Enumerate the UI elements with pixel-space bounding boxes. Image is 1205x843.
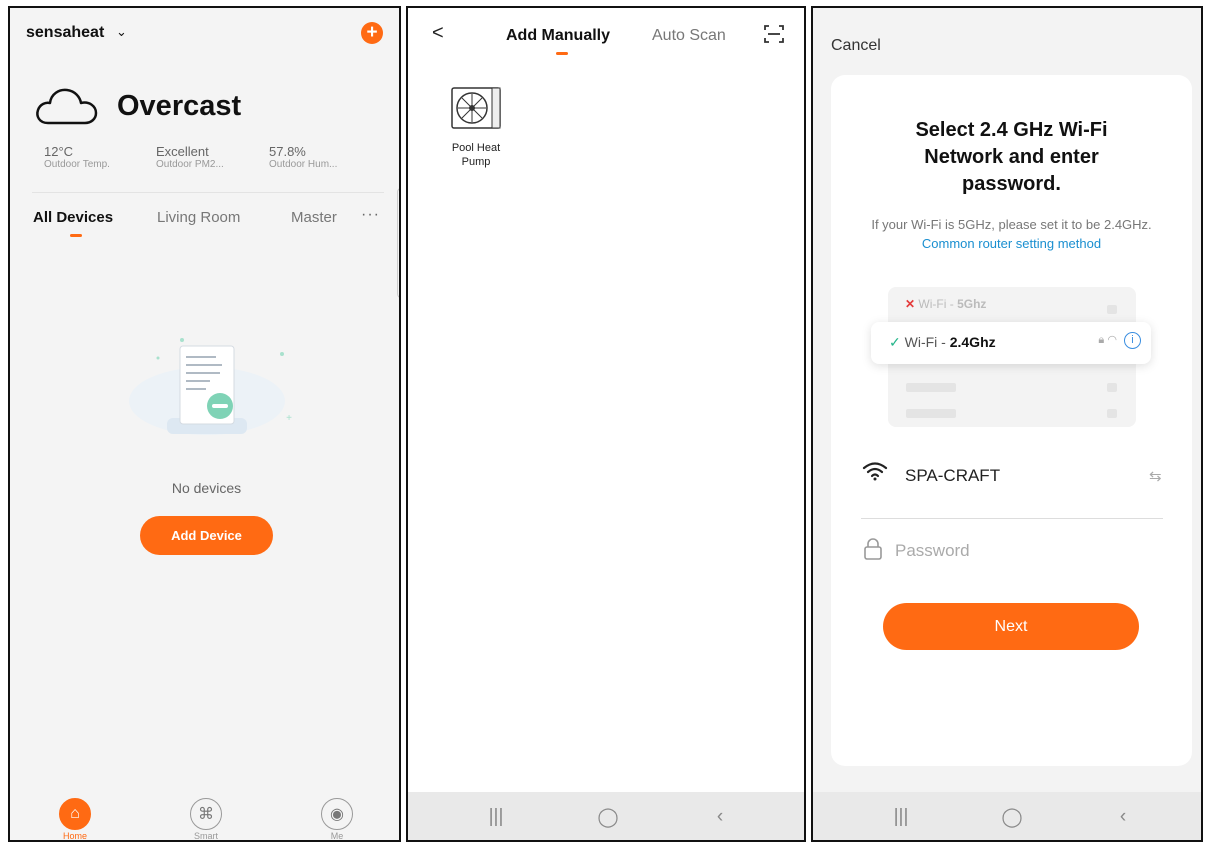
wifi-hint: If your Wi-Fi is 5GHz, please set it to … [851, 215, 1172, 253]
wifi-prefix: Wi-Fi - [918, 297, 958, 311]
heat-pump-icon [442, 84, 510, 137]
page-title: Select 2.4 GHz Wi-Fi Network and enter p… [831, 117, 1192, 198]
info-icon: i [1124, 332, 1141, 349]
stat-outdoor-temp: 12°C Outdoor Temp. [44, 144, 110, 170]
stat-value: Excellent [156, 144, 209, 159]
stat-value: 12°C [44, 144, 74, 159]
nav-me[interactable]: ◉ Me [297, 795, 377, 841]
chevron-down-icon[interactable]: ⌄ [116, 24, 127, 40]
bottom-tab-bar: ⌂ Home ⌘ Smart ◉ Me [10, 795, 399, 841]
empty-state-illustration: + [122, 326, 292, 451]
tab-add-manually[interactable]: Add Manually [506, 27, 610, 45]
lock-small-icon: 🔒︎ [1098, 334, 1105, 346]
nav-home[interactable]: ⌂ Home [35, 795, 115, 841]
system-nav-bar: ||| ◯ ‹ [408, 792, 804, 840]
placeholder-bar [906, 383, 956, 392]
title-line: password. [962, 173, 1061, 195]
home-button[interactable]: ◯ [992, 806, 1032, 829]
lock-icon [863, 538, 883, 565]
empty-state-text: No devices [171, 480, 242, 496]
wifi-card: Select 2.4 GHz Wi-Fi Network and enter p… [831, 75, 1192, 766]
placeholder-bar [906, 409, 956, 418]
home-selector[interactable]: sensaheat [26, 24, 104, 42]
example-5ghz-row: ✕ Wi-Fi - 5Ghz [905, 297, 986, 311]
check-icon: ✓ [889, 334, 901, 350]
title-line: Select 2.4 GHz Wi-Fi [915, 119, 1108, 141]
nav-label: Smart [193, 831, 218, 841]
weather-condition: Overcast [117, 90, 242, 122]
stat-label: Outdoor Hum... [269, 159, 338, 170]
stat-label: Outdoor Temp. [44, 159, 110, 170]
wifi-ssid[interactable]: SPA-CRAFT [905, 466, 1000, 486]
scan-icon[interactable] [764, 24, 784, 49]
x-icon: ✕ [905, 297, 916, 311]
screenshot-canvas: sensaheat ⌄ + Overcast 12°C Outdoor Temp… [0, 0, 1205, 843]
svg-text:+: + [286, 413, 292, 424]
placeholder-bar [1107, 409, 1117, 418]
placeholder-bar [1107, 305, 1117, 314]
wifi-icon [862, 461, 888, 486]
stat-outdoor-pm: Excellent Outdoor PM2... [156, 144, 224, 170]
stat-label: Outdoor PM2... [156, 159, 224, 170]
device-label-line: Pool Heat [451, 142, 501, 154]
next-button[interactable]: Next [883, 603, 1139, 650]
home-screen: sensaheat ⌄ + Overcast 12°C Outdoor Temp… [8, 6, 401, 842]
router-setting-link[interactable]: Common router setting method [922, 236, 1101, 251]
back-button[interactable]: ‹ [700, 806, 740, 828]
back-icon[interactable]: < [432, 22, 444, 45]
example-24ghz-row: ✓ Wi-Fi - 2.4Ghz 🔒︎ ◠ i [871, 322, 1151, 364]
house-icon: ⌂ [59, 798, 91, 830]
command-icon: ⌘ [190, 798, 222, 830]
add-device-screen: < Add Manually Auto Scan Pool Heat Pump … [406, 6, 806, 842]
tab-auto-scan[interactable]: Auto Scan [652, 27, 726, 45]
divider [861, 518, 1163, 519]
cancel-button[interactable]: Cancel [831, 37, 881, 55]
example-24ghz-label: ✓ Wi-Fi - 2.4Ghz [889, 334, 996, 351]
wifi-prefix: Wi-Fi - [904, 334, 950, 350]
add-device-button[interactable]: Add Device [140, 516, 273, 555]
device-tile-pool-heat-pump[interactable]: Pool Heat Pump [442, 84, 510, 169]
add-plus-button[interactable]: + [361, 22, 383, 44]
profile-icon: ◉ [321, 798, 353, 830]
device-label: Pool Heat Pump [442, 141, 510, 169]
device-label-line: Pump [461, 156, 491, 168]
divider [32, 192, 384, 193]
wifi-setup-screen: Cancel Select 2.4 GHz Wi-Fi Network and … [811, 6, 1203, 842]
home-button[interactable]: ◯ [588, 806, 628, 829]
wifi-band: 2.4Ghz [949, 334, 996, 350]
nav-label: Home [62, 831, 87, 841]
placeholder-bar [1107, 383, 1117, 392]
system-nav-bar: ||| ◯ ‹ [813, 792, 1201, 840]
hint-text: If your Wi-Fi is 5GHz, please set it to … [871, 217, 1152, 232]
active-tab-indicator [556, 52, 568, 55]
nav-smart[interactable]: ⌘ Smart [166, 795, 246, 841]
recents-button[interactable]: ||| [476, 806, 516, 828]
tab-master[interactable]: Master [291, 209, 337, 226]
wifi-small-icon: ◠ [1107, 334, 1117, 346]
cloud-icon [34, 86, 102, 133]
title-line: Network and enter [924, 146, 1099, 168]
active-tab-indicator [70, 234, 82, 237]
wifi-band: 5Ghz [957, 297, 987, 311]
stat-outdoor-humidity: 57.8% Outdoor Hum... [269, 144, 337, 170]
stat-value: 57.8% [269, 144, 306, 159]
scroll-edge [397, 188, 399, 298]
tab-living-room[interactable]: Living Room [157, 209, 240, 226]
back-button[interactable]: ‹ [1103, 806, 1143, 828]
wifi-status-icons: 🔒︎ ◠ i [1098, 332, 1141, 349]
tab-all-devices[interactable]: All Devices [33, 209, 113, 226]
more-rooms-icon[interactable]: ··· [361, 206, 380, 224]
recents-button[interactable]: ||| [881, 806, 921, 828]
password-field[interactable] [895, 538, 1145, 564]
switch-network-icon[interactable]: ⇆ [1149, 467, 1162, 485]
nav-label: Me [330, 831, 344, 841]
